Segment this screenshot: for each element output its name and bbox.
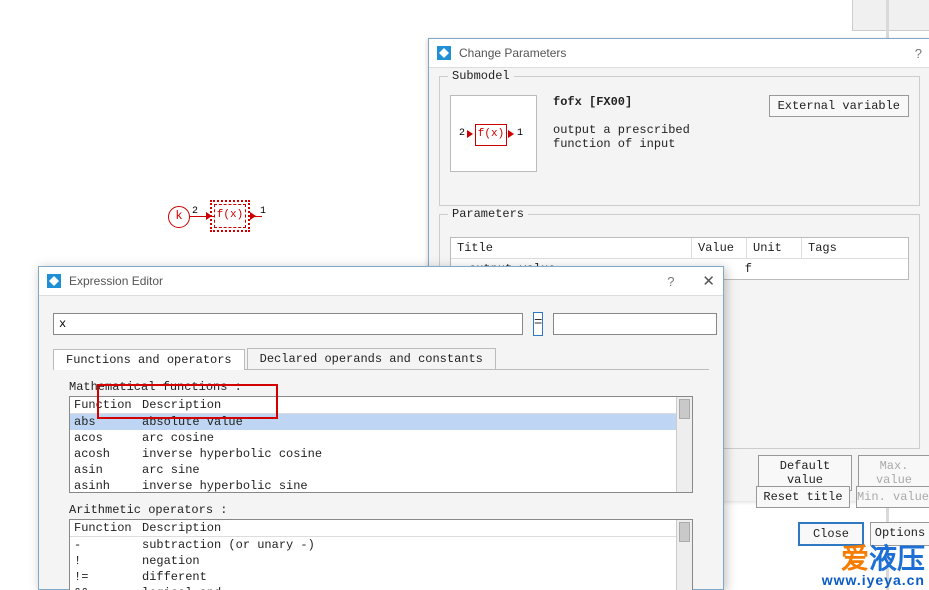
list-item[interactable]: abs absolute value [70, 414, 692, 430]
cell-desc: negation [138, 553, 692, 569]
scrollbar[interactable] [676, 397, 692, 492]
arrow-icon [250, 212, 256, 220]
button-row-1b: Reset title Min. value [756, 486, 929, 508]
cell-func: abs [70, 414, 138, 430]
cell-func: acosh [70, 446, 138, 462]
port-label-1: 1 [260, 206, 266, 217]
submodel-desc-line2: function of input [553, 137, 690, 151]
tabs: Functions and operators Declared operand… [53, 348, 709, 370]
scrollbar-thumb[interactable] [679, 522, 690, 542]
result-output[interactable] [553, 313, 717, 335]
col-title: Title [451, 238, 692, 258]
min-value-button: Min. value [856, 486, 929, 508]
submodel-name: fofx [FX00] [553, 95, 690, 109]
table-header: Title Value Unit Tags [451, 238, 908, 259]
list-item[interactable]: -subtraction (or unary -) [70, 537, 692, 553]
cell-desc: inverse hyperbolic cosine [138, 446, 692, 462]
titlebar[interactable]: Expression Editor ? ✕ [39, 267, 723, 296]
cell-tags [814, 259, 908, 279]
cell-desc: arc sine [138, 462, 692, 478]
list-header: Function Description [70, 520, 692, 537]
list-item[interactable]: acos arc cosine [70, 430, 692, 446]
port-label: 1 [517, 128, 523, 139]
titlebar[interactable]: Change Parameters ? [429, 39, 929, 68]
evaluate-button[interactable]: = [533, 312, 543, 336]
help-button[interactable]: ? [667, 274, 674, 289]
list-item[interactable]: !negation [70, 553, 692, 569]
scrollbar[interactable] [676, 520, 692, 590]
cell-desc: absolute value [138, 414, 692, 430]
col-function: Function [70, 397, 138, 413]
cell-func: && [70, 585, 138, 590]
list-item[interactable]: &&logical and [70, 585, 692, 590]
list-item[interactable]: !=different [70, 569, 692, 585]
list-header: Function Description [70, 397, 692, 414]
background-panel [852, 0, 929, 31]
cell-func: asinh [70, 478, 138, 493]
arrow-icon [467, 130, 473, 138]
submodel-preview: 2 f(x) 1 [450, 95, 537, 172]
expression-editor-window: Expression Editor ? ✕ = Functions and op… [38, 266, 724, 590]
help-button[interactable]: ? [915, 46, 922, 61]
cell-desc: inverse hyperbolic sine [138, 478, 692, 493]
list-item[interactable]: asin arc sine [70, 462, 692, 478]
cell-func: asin [70, 462, 138, 478]
group-label: Submodel [448, 69, 514, 83]
cell-desc: arc cosine [138, 430, 692, 446]
submodel-group: Submodel 2 f(x) 1 fofx [FX00] output a p… [439, 76, 920, 206]
arrow-icon [206, 212, 212, 220]
col-value: Value [692, 238, 747, 258]
tab-functions[interactable]: Functions and operators [53, 349, 245, 370]
col-tags: Tags [802, 238, 908, 258]
group-label: Parameters [448, 207, 528, 221]
arith-operators-list[interactable]: Function Description -subtraction (or un… [69, 519, 693, 590]
canvas-component[interactable]: k 2 f(x) 1 [168, 200, 278, 235]
list-item[interactable]: acosh inverse hyperbolic cosine [70, 446, 692, 462]
cell-desc: subtraction (or unary -) [138, 537, 692, 553]
col-description: Description [138, 520, 692, 536]
app-icon [437, 46, 451, 60]
port-label-2: 2 [192, 206, 198, 217]
watermark: 爱液压 www.iyeya.cn [822, 544, 925, 588]
window-title: Change Parameters [459, 46, 566, 60]
wm-char1: 爱 [841, 543, 869, 574]
expression-input[interactable] [53, 313, 523, 335]
tab-declared[interactable]: Declared operands and constants [247, 348, 496, 369]
submodel-desc-line1: output a prescribed [553, 123, 690, 137]
scrollbar-thumb[interactable] [679, 399, 690, 419]
reset-title-button[interactable]: Reset title [756, 486, 850, 508]
window-title: Expression Editor [69, 274, 163, 288]
col-unit: Unit [747, 238, 802, 258]
fx-icon: f(x) [475, 124, 507, 146]
col-function: Function [70, 520, 138, 536]
source-node[interactable]: k [168, 206, 190, 228]
app-icon [47, 274, 61, 288]
wm-url: www.iyeya.cn [822, 573, 925, 588]
expression-row: = [53, 312, 709, 336]
wm-char2: 液压 [869, 543, 925, 574]
list-item[interactable]: asinh inverse hyperbolic sine [70, 478, 692, 493]
col-description: Description [138, 397, 692, 413]
cell-func: acos [70, 430, 138, 446]
close-icon[interactable]: ✕ [702, 272, 715, 290]
cell-unit [759, 259, 814, 279]
external-variables-button[interactable]: External variable [769, 95, 909, 117]
math-functions-list[interactable]: Function Description abs absolute value … [69, 396, 693, 493]
cell-desc: logical and [138, 585, 692, 590]
cell-func: != [70, 569, 138, 585]
port-label: 2 [459, 128, 465, 139]
cell-desc: different [138, 569, 692, 585]
arrow-icon [508, 130, 514, 138]
cell-func: - [70, 537, 138, 553]
section-label-math: Mathematical functions : [69, 380, 709, 394]
cell-func: ! [70, 553, 138, 569]
fofx-block[interactable]: f(x) [214, 204, 246, 228]
section-label-arith: Arithmetic operators : [69, 503, 709, 517]
